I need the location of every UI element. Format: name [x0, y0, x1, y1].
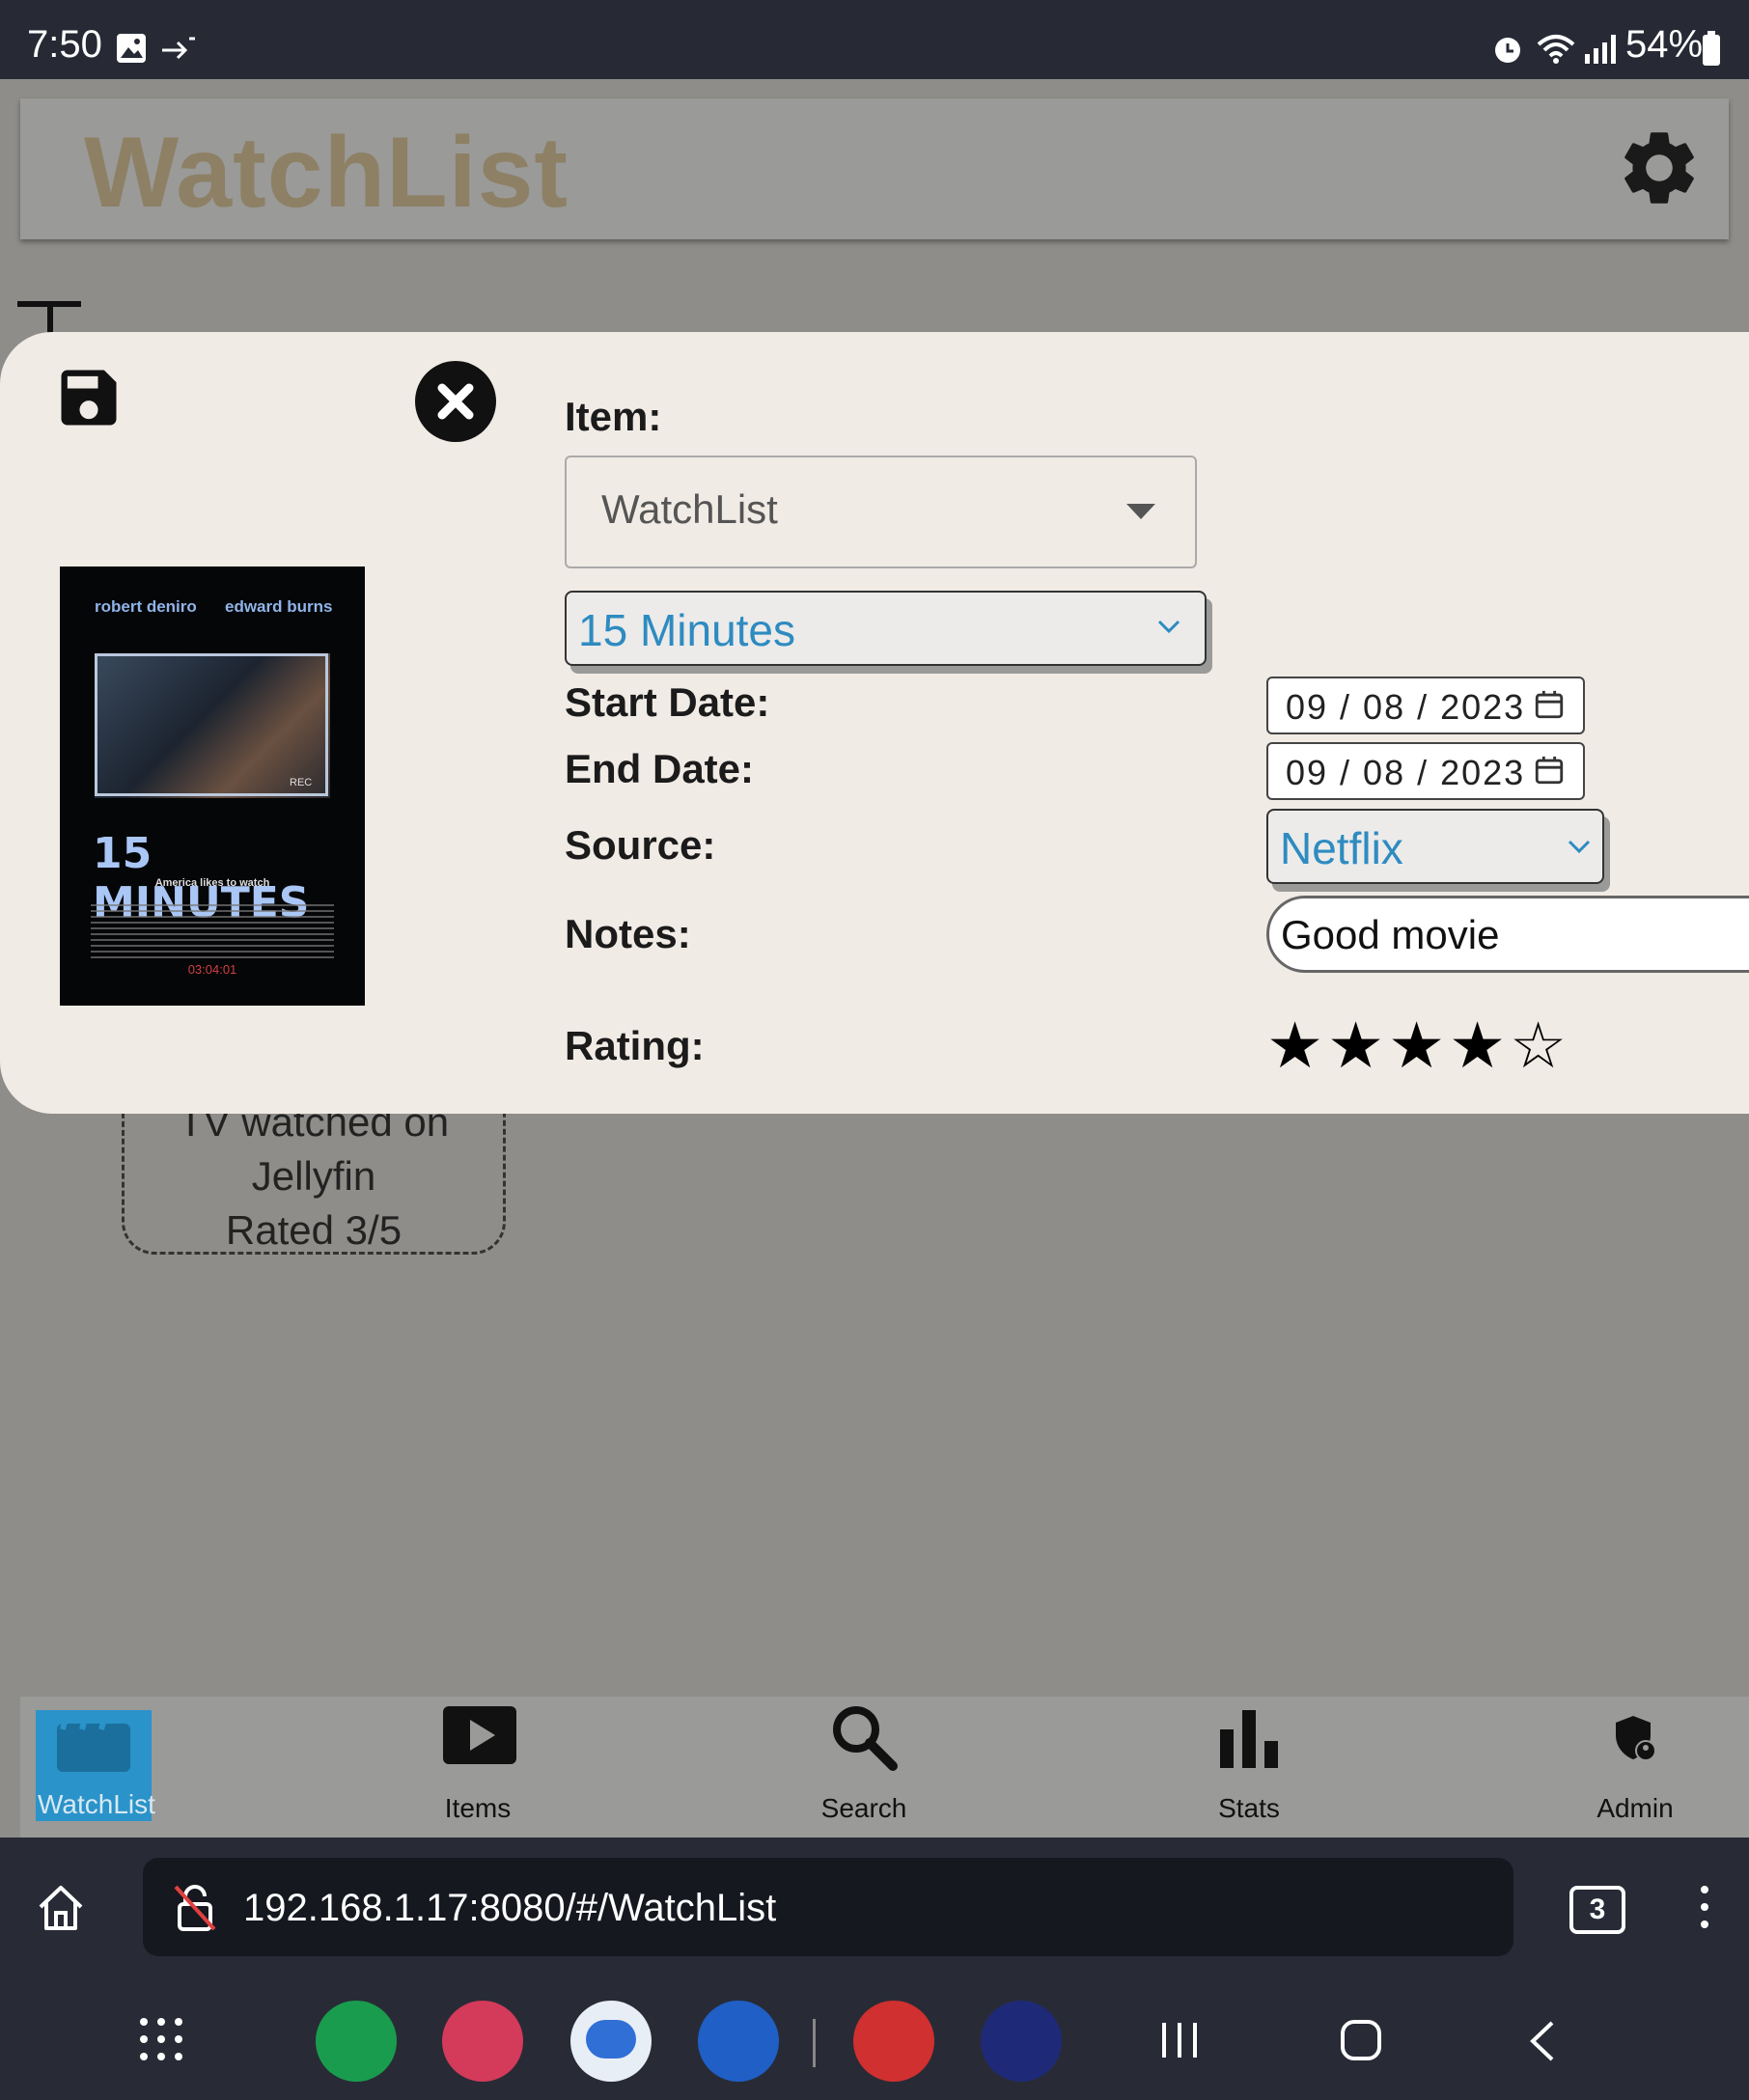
start-date-value: 09 / 08 / 2023: [1286, 687, 1526, 727]
home-icon[interactable]: [35, 1882, 87, 1934]
poster-counter: 03:04:01: [187, 962, 237, 977]
nav-label-search: Search: [820, 1793, 907, 1823]
rating-star-1[interactable]: ★: [1266, 1009, 1323, 1083]
status-bar: 7:50 54%: [0, 0, 1749, 79]
dock-divider: [813, 2019, 816, 2067]
item-select-value: WatchList: [601, 486, 778, 532]
start-date-input[interactable]: 09 / 08 / 2023: [1266, 677, 1585, 734]
tab-count-button[interactable]: 3: [1569, 1886, 1625, 1934]
nav-item-stats[interactable]: Stats: [1152, 1700, 1346, 1826]
search-icon: [833, 1706, 898, 1771]
save-icon[interactable]: [52, 361, 166, 434]
play-icon: [443, 1706, 516, 1764]
wifi-icon: [1537, 35, 1575, 64]
phone-app-icon[interactable]: [316, 2001, 397, 2082]
recents-icon[interactable]: [1158, 2021, 1201, 2059]
jellyfin-app-icon[interactable]: [981, 2001, 1062, 2082]
app-title: WatchList: [84, 117, 569, 229]
source-select-value: Netflix: [1280, 823, 1403, 873]
title-select-value: 15 Minutes: [578, 605, 796, 655]
add-button-stem: [47, 301, 53, 334]
camera-app-icon[interactable]: [442, 2001, 523, 2082]
source-select[interactable]: Netflix: [1266, 809, 1604, 884]
nav-item-search[interactable]: Search: [767, 1700, 960, 1826]
admin-shield-icon: [1616, 1716, 1656, 1761]
battery-icon: [1703, 31, 1720, 66]
app-header: WatchList: [20, 98, 1729, 239]
bitwarden-app-icon[interactable]: [698, 2001, 779, 2082]
chevron-down-icon: [1568, 840, 1591, 854]
home-nav-icon[interactable]: [1340, 2019, 1382, 2061]
movie-poster: robert deniro edward burns REC 15 MINUTE…: [60, 566, 365, 1006]
title-select[interactable]: 15 Minutes: [565, 591, 1207, 666]
bar-chart-icon: [1220, 1710, 1278, 1768]
url-bar[interactable]: 192.168.1.17:8080/#/WatchList: [143, 1858, 1513, 1956]
rating-label: Rating:: [565, 1023, 705, 1068]
chevron-down-icon: [1157, 620, 1180, 634]
status-time: 7:50: [27, 23, 102, 66]
calendar-icon[interactable]: [1533, 754, 1566, 787]
alarm-icon: [1495, 38, 1520, 63]
notes-input[interactable]: Good movie: [1266, 896, 1749, 973]
end-date-input[interactable]: 09 / 08 / 2023: [1266, 742, 1585, 800]
nav-item-admin[interactable]: Admin: [1539, 1700, 1732, 1826]
card-line-2: Jellyfin: [251, 1153, 376, 1199]
poster-actor-2: edward burns: [225, 597, 333, 616]
url-text: 192.168.1.17:8080/#/WatchList: [243, 1887, 777, 1929]
item-select[interactable]: WatchList: [565, 456, 1197, 568]
nav-label-items: Items: [444, 1793, 512, 1823]
back-icon[interactable]: [1527, 2019, 1556, 2063]
nav-label-admin: Admin: [1596, 1793, 1674, 1823]
end-date-label: End Date:: [565, 746, 755, 791]
item-label: Item:: [565, 394, 662, 439]
calendar-icon[interactable]: [1533, 688, 1566, 721]
insecure-lock-icon[interactable]: [170, 1883, 220, 1933]
clapperboard-icon: [57, 1714, 130, 1772]
nav-label-watchlist: WatchList: [38, 1789, 155, 1819]
poster-rec: REC: [290, 777, 313, 788]
messages-app-icon[interactable]: [570, 2001, 652, 2082]
close-icon[interactable]: [415, 361, 496, 442]
source-label: Source:: [565, 822, 716, 868]
start-date-label: Start Date:: [565, 679, 770, 725]
signal-icon: [1585, 35, 1616, 64]
rating-star-5[interactable]: ☆: [1510, 1009, 1567, 1083]
notes-label: Notes:: [565, 911, 691, 956]
browser-menu-icon[interactable]: [1701, 1886, 1710, 1934]
card-line-3: Rated 3/5: [225, 1207, 403, 1253]
end-date-value: 09 / 08 / 2023: [1286, 753, 1526, 792]
poster-tagline: America likes to watch: [154, 877, 270, 889]
caret-down-icon: [1126, 504, 1155, 519]
nav-label-stats: Stats: [1218, 1793, 1280, 1823]
play-app-icon[interactable]: [853, 2001, 934, 2082]
rating-star-2[interactable]: ★: [1327, 1009, 1384, 1083]
image-icon: [117, 34, 146, 63]
poster-actor-1: robert deniro: [95, 597, 197, 616]
rating-star-3[interactable]: ★: [1388, 1009, 1445, 1083]
notes-value: Good movie: [1281, 912, 1500, 957]
poster-credits: [91, 904, 334, 958]
app-drawer-icon[interactable]: [139, 2017, 183, 2061]
nav-item-watchlist[interactable]: WatchList: [36, 1710, 155, 1821]
nav-item-items[interactable]: Items: [381, 1700, 574, 1826]
gear-icon[interactable]: [1615, 124, 1704, 212]
poster-photo: REC: [95, 653, 330, 798]
rating-star-4[interactable]: ★: [1449, 1009, 1506, 1083]
battery-percent: 54%: [1625, 23, 1704, 66]
sync-icon: [162, 37, 195, 60]
